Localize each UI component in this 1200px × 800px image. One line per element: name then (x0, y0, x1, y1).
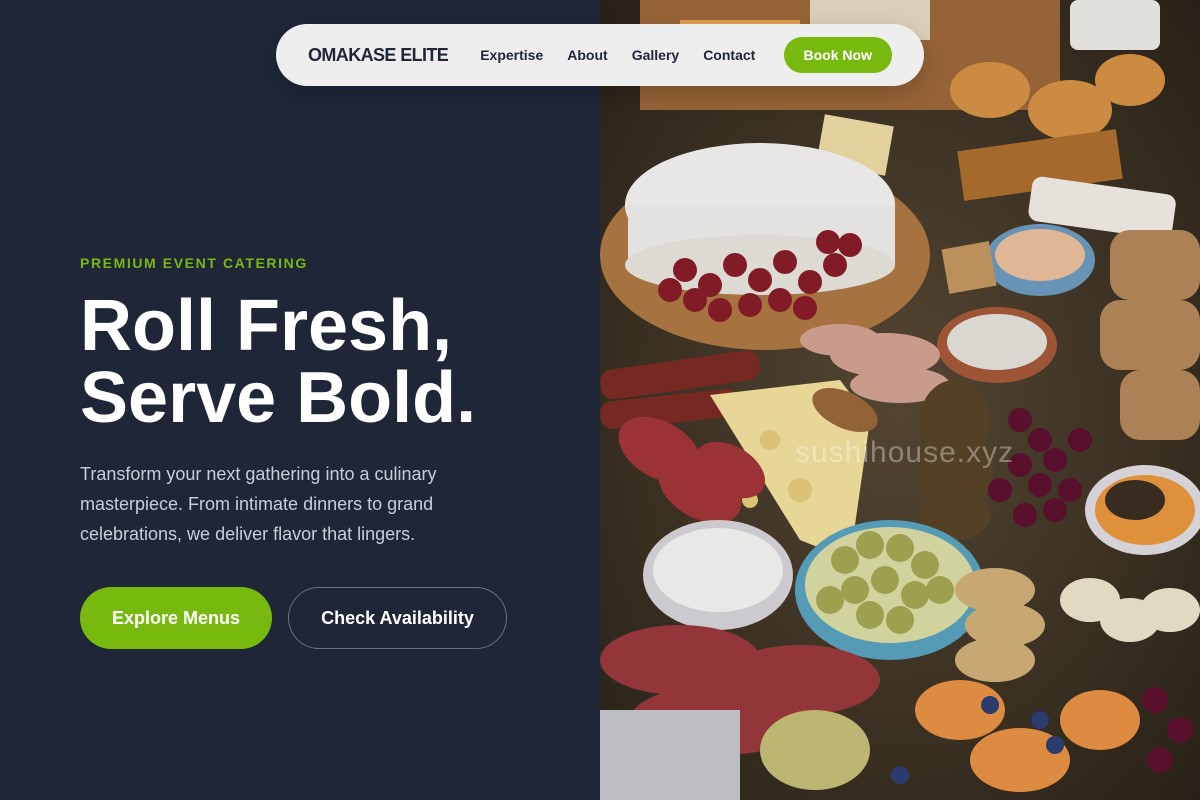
hero-headline: Roll Fresh, Serve Bold. (80, 290, 580, 434)
top-navbar: OMAKASE ELITE Expertise About Gallery Co… (276, 24, 924, 86)
charcuterie-board-illustration (600, 0, 1200, 800)
nav-link-contact[interactable]: Contact (703, 47, 755, 63)
headline-line-1: Roll Fresh, (80, 286, 453, 366)
hero-image: sushihouse.xyz (600, 0, 1200, 800)
book-now-button[interactable]: Book Now (783, 37, 892, 73)
check-availability-button[interactable]: Check Availability (288, 587, 507, 649)
hero-description: Transform your next gathering into a cul… (80, 464, 437, 544)
nav-link-expertise[interactable]: Expertise (480, 47, 543, 63)
brand-logo[interactable]: OMAKASE ELITE (308, 45, 449, 66)
image-watermark: sushihouse.xyz (795, 436, 1015, 469)
nav-link-about[interactable]: About (567, 47, 607, 63)
headline-line-2: Serve Bold. (80, 358, 477, 438)
hero-eyebrow: PREMIUM EVENT CATERING (80, 255, 308, 271)
nav-link-gallery[interactable]: Gallery (632, 47, 679, 63)
explore-menus-button[interactable]: Explore Menus (80, 587, 272, 649)
